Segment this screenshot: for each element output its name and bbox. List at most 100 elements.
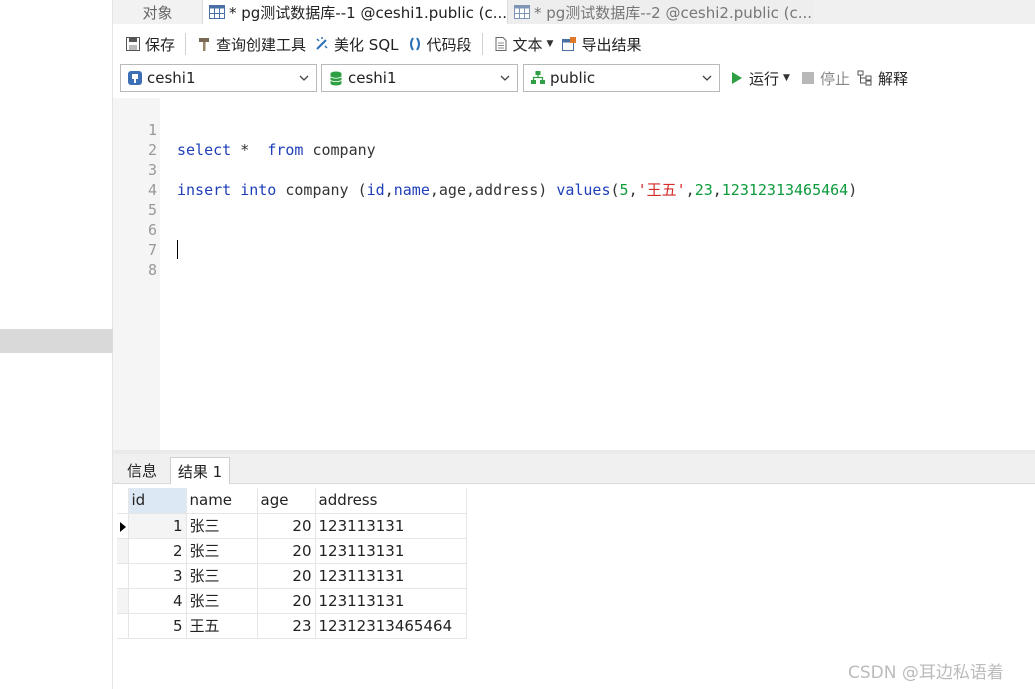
result-tab-bar: 信息 结果 1 bbox=[113, 454, 1035, 484]
selected-object-row[interactable] bbox=[0, 329, 113, 353]
postgres-elephant-icon bbox=[128, 71, 142, 85]
cell-address[interactable]: 12312313465464 bbox=[315, 613, 467, 639]
cell-age[interactable]: 20 bbox=[257, 538, 316, 564]
query-builder-button[interactable]: 查询创建工具 bbox=[192, 30, 310, 58]
row-marker[interactable] bbox=[117, 513, 129, 539]
explain-tree-icon bbox=[857, 70, 872, 86]
tab-query-2[interactable]: * pg测试数据库--2 @ceshi2.public (c... bbox=[508, 0, 813, 24]
app-window: 对象 * pg测试数据库--1 @ceshi1.public (c... * p… bbox=[0, 0, 1035, 689]
cell-address[interactable]: 123113131 bbox=[315, 538, 467, 564]
cell-name[interactable]: 张三 bbox=[186, 588, 258, 614]
tab-query-2-label: * pg测试数据库--2 @ceshi2.public (c... bbox=[534, 3, 813, 22]
code-snippet-button[interactable]: 代码段 bbox=[403, 30, 476, 58]
text-mode-button[interactable]: 文本 ▼ bbox=[489, 30, 558, 58]
run-button[interactable]: 运行 ▼ bbox=[730, 64, 790, 92]
query-table-icon bbox=[514, 5, 530, 19]
cell-name[interactable]: 张三 bbox=[186, 513, 258, 539]
schema-icon bbox=[531, 71, 545, 84]
code-line-1: 1 select * from company bbox=[113, 100, 1035, 159]
schema-value: public bbox=[550, 69, 596, 87]
dropdown-caret-icon[interactable]: ▼ bbox=[783, 73, 790, 83]
tab-result-1[interactable]: 结果 1 bbox=[170, 457, 230, 484]
stop-icon bbox=[802, 72, 814, 84]
code-line-5: 5 bbox=[113, 180, 1035, 219]
run-label: 运行 bbox=[749, 69, 780, 88]
stop-button[interactable]: 停止 bbox=[801, 64, 850, 92]
stop-label: 停止 bbox=[820, 69, 851, 88]
text-mode-label: 文本 bbox=[512, 35, 543, 54]
row-marker-header bbox=[117, 488, 129, 514]
tab-result-1-label: 结果 1 bbox=[177, 462, 223, 481]
cell-address[interactable]: 123113131 bbox=[315, 513, 467, 539]
parentheses-icon bbox=[409, 37, 420, 51]
current-row-arrow-icon bbox=[120, 521, 126, 532]
table-row[interactable]: 5 王五 23 12312313465464 bbox=[117, 613, 467, 639]
row-marker[interactable] bbox=[117, 613, 129, 639]
cell-id[interactable]: 4 bbox=[128, 588, 187, 614]
cell-name[interactable]: 张三 bbox=[186, 563, 258, 589]
code-line-2: 2 bbox=[113, 120, 1035, 159]
export-results-button[interactable]: 导出结果 bbox=[557, 30, 645, 58]
chevron-down-icon bbox=[500, 75, 510, 81]
explain-button[interactable]: 解释 bbox=[857, 64, 908, 92]
row-marker[interactable] bbox=[117, 538, 129, 564]
table-row[interactable]: 2 张三 20 123113131 bbox=[117, 538, 467, 564]
dropdown-caret-icon[interactable]: ▼ bbox=[547, 39, 554, 49]
database-select[interactable]: ceshi1 bbox=[321, 64, 518, 92]
table-row[interactable]: 4 张三 20 123113131 bbox=[117, 588, 467, 614]
cell-id[interactable]: 2 bbox=[128, 538, 187, 564]
connection-value: ceshi1 bbox=[147, 69, 196, 87]
hammer-icon bbox=[199, 38, 210, 51]
object-panel[interactable] bbox=[0, 0, 113, 689]
database-value: ceshi1 bbox=[348, 69, 397, 87]
export-grid-icon bbox=[562, 37, 577, 51]
beautify-sql-label: 美化 SQL bbox=[334, 35, 399, 54]
database-icon bbox=[330, 71, 342, 86]
tab-objects-label: 对象 bbox=[142, 3, 173, 22]
tab-objects[interactable]: 对象 bbox=[113, 0, 203, 24]
magic-wand-icon bbox=[316, 37, 328, 50]
row-marker[interactable] bbox=[117, 563, 129, 589]
save-label: 保存 bbox=[145, 35, 176, 54]
text-cursor bbox=[177, 240, 178, 259]
cell-name[interactable]: 王五 bbox=[186, 613, 258, 639]
table-row[interactable]: 1 张三 20 123113131 bbox=[117, 513, 467, 539]
cell-age[interactable]: 20 bbox=[257, 563, 316, 589]
cell-id[interactable]: 3 bbox=[128, 563, 187, 589]
column-header-id[interactable]: id bbox=[128, 488, 187, 514]
explain-label: 解释 bbox=[878, 69, 909, 88]
cell-address[interactable]: 123113131 bbox=[315, 563, 467, 589]
cell-address[interactable]: 123113131 bbox=[315, 588, 467, 614]
save-button[interactable]: 保存 bbox=[121, 30, 179, 58]
tab-info-label: 信息 bbox=[126, 462, 157, 480]
code-line-8: 8 bbox=[113, 240, 1035, 279]
beautify-sql-button[interactable]: 美化 SQL bbox=[310, 30, 402, 58]
chevron-down-icon bbox=[702, 75, 712, 81]
cell-id[interactable]: 1 bbox=[128, 513, 187, 539]
line-number: 8 bbox=[147, 261, 157, 279]
cell-age[interactable]: 20 bbox=[257, 513, 316, 539]
toolbar-divider bbox=[185, 33, 187, 55]
tab-info[interactable]: 信息 bbox=[119, 457, 165, 484]
cell-id[interactable]: 5 bbox=[128, 613, 187, 639]
table-row[interactable]: 3 张三 20 123113131 bbox=[117, 563, 467, 589]
row-marker[interactable] bbox=[117, 588, 129, 614]
code-snippet-label: 代码段 bbox=[426, 35, 472, 54]
tab-query-1[interactable]: * pg测试数据库--1 @ceshi1.public (c... bbox=[203, 0, 508, 24]
connection-select[interactable]: ceshi1 bbox=[120, 64, 317, 92]
export-results-label: 导出结果 bbox=[581, 35, 642, 54]
toolbar-divider bbox=[481, 33, 483, 55]
code-line-6: 6 bbox=[113, 200, 1035, 239]
connection-selector-row: ceshi1 ceshi1 public 运行 ▼ 停止 解释 bbox=[113, 63, 1035, 93]
cell-age[interactable]: 20 bbox=[257, 588, 316, 614]
result-grid[interactable]: id name age address 1 张三 20 123113131 2 … bbox=[117, 488, 467, 639]
schema-select[interactable]: public bbox=[523, 64, 720, 92]
cell-name[interactable]: 张三 bbox=[186, 538, 258, 564]
cell-age[interactable]: 23 bbox=[257, 613, 316, 639]
document-icon bbox=[495, 37, 507, 51]
sql-editor[interactable]: 1 select * from company 2 3 insert into … bbox=[113, 98, 1035, 450]
column-header-age[interactable]: age bbox=[257, 488, 316, 514]
column-header-address[interactable]: address bbox=[315, 488, 467, 514]
column-header-name[interactable]: name bbox=[186, 488, 258, 514]
code-line-3: 3 insert into company (id,name,age,addre… bbox=[113, 140, 1035, 199]
